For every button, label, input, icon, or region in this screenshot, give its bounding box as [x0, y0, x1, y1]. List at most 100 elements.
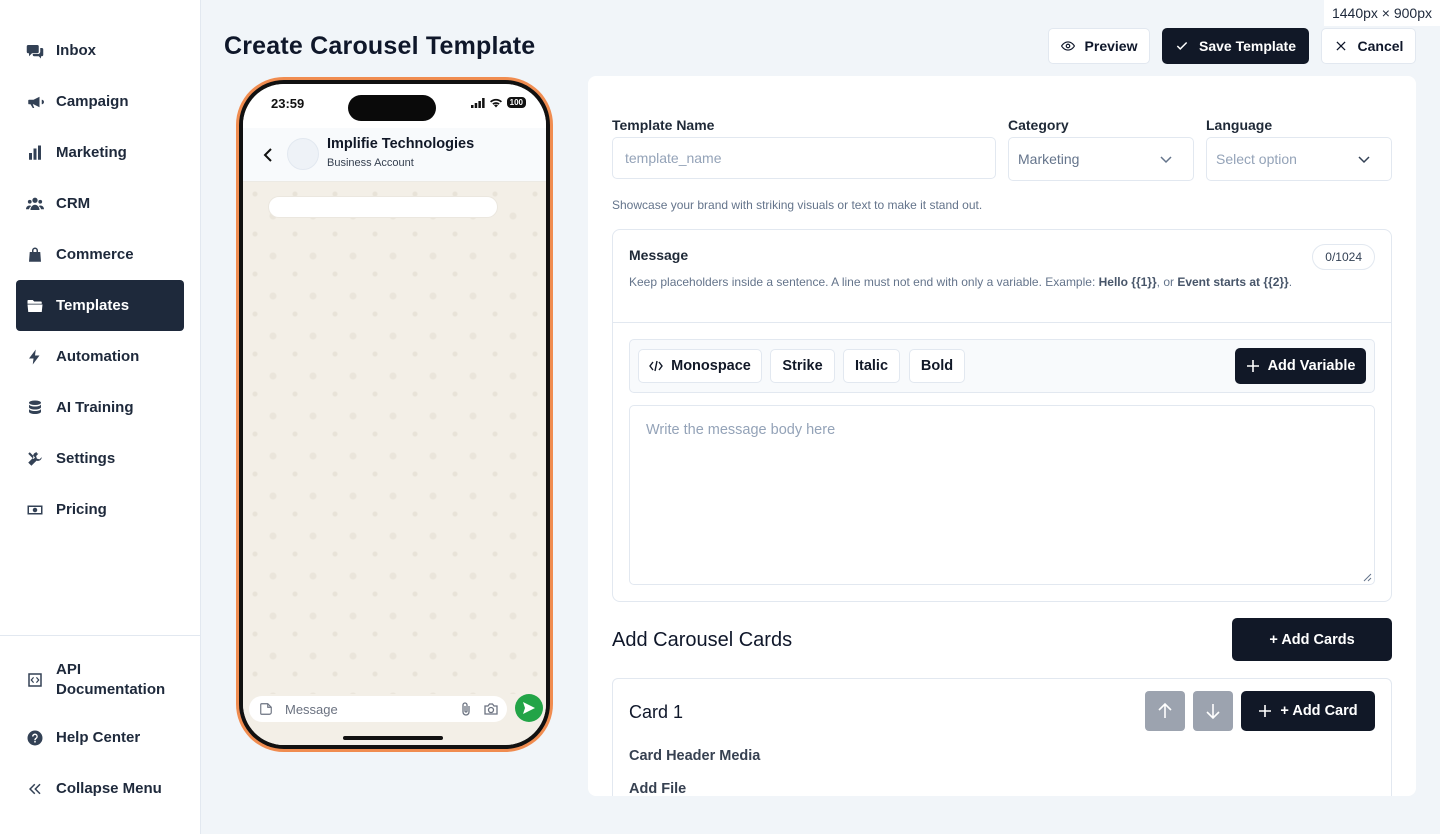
add-cards-button[interactable]: + Add Cards	[1232, 618, 1392, 661]
chevron-left-icon[interactable]	[261, 146, 275, 164]
status-bar: 23:59 100	[243, 84, 546, 128]
carousel-card: Card 1 + Add Card Card Header Media Add …	[612, 678, 1392, 796]
message-body-placeholder: Write the message body here	[646, 422, 836, 438]
paperclip-icon[interactable]	[459, 701, 473, 717]
plus-icon	[1246, 360, 1259, 372]
sidebar-item-label: AI Training	[56, 399, 134, 416]
sidebar-item-automation[interactable]: Automation	[16, 331, 184, 382]
database-icon	[26, 399, 44, 417]
arrow-down-icon	[1206, 704, 1220, 720]
eye-icon	[1060, 41, 1075, 51]
status-icons: 100	[470, 97, 526, 108]
message-title: Message	[629, 247, 689, 263]
template-name-label: Template Name	[612, 117, 715, 133]
sidebar-item-collapse-menu[interactable]: Collapse Menu	[16, 763, 184, 814]
category-select[interactable]: Marketing	[1008, 137, 1194, 181]
sidebar-item-label: Campaign	[56, 93, 129, 110]
help-suffix: .	[1288, 275, 1293, 289]
signal-icon	[470, 97, 485, 108]
monospace-button[interactable]: Monospace	[638, 349, 762, 383]
move-card-up-button[interactable]	[1145, 691, 1185, 731]
monospace-label: Monospace	[671, 358, 751, 374]
sidebar-divider	[0, 635, 200, 636]
sidebar-item-label: Inbox	[56, 42, 96, 59]
italic-label: Italic	[854, 358, 889, 374]
chevron-down-icon	[1358, 156, 1370, 164]
sidebar-item-label: Collapse Menu	[56, 780, 162, 797]
sidebar-item-label: Templates	[56, 297, 130, 314]
plus-icon	[1259, 705, 1272, 717]
italic-button[interactable]: Italic	[843, 349, 900, 383]
language-select[interactable]: Select option	[1206, 137, 1392, 181]
chevron-down-icon	[1160, 156, 1172, 164]
message-body-textarea[interactable]: Write the message body here	[629, 405, 1375, 585]
sidebar-item-inbox[interactable]: Inbox	[16, 25, 184, 76]
card-header-media-label: Card Header Media	[629, 748, 761, 764]
chat-composer: Message	[243, 694, 546, 745]
add-card-label: + Add Card	[1280, 703, 1358, 719]
sidebar-item-label: Settings	[56, 450, 116, 467]
help-prefix: Keep placeholders inside a sentence. A l…	[629, 275, 1099, 289]
code-icon	[649, 360, 663, 372]
sidebar-item-marketing[interactable]: Marketing	[16, 127, 184, 178]
strike-button[interactable]: Strike	[770, 349, 835, 383]
save-template-button[interactable]: Save Template	[1162, 28, 1309, 64]
contact-subtitle: Business Account	[327, 157, 414, 169]
dynamic-island	[348, 95, 436, 121]
strike-label: Strike	[782, 358, 823, 374]
add-variable-button[interactable]: Add Variable	[1235, 348, 1366, 384]
card-title: Card 1	[629, 702, 684, 722]
status-time: 23:59	[271, 96, 305, 111]
double-chevron-left-icon	[26, 780, 44, 798]
chat-icon	[26, 42, 44, 60]
cancel-button[interactable]: Cancel	[1321, 28, 1416, 64]
sidebar-item-templates[interactable]: Templates	[16, 280, 184, 331]
shopping-bag-icon	[26, 246, 44, 264]
category-label: Category	[1008, 117, 1069, 133]
add-card-button[interactable]: + Add Card	[1241, 691, 1375, 731]
add-variable-label: Add Variable	[1267, 358, 1356, 374]
sidebar-item-label: API Documentation	[56, 661, 166, 698]
viewport-size-badge: 1440px × 900px	[1323, 0, 1440, 26]
character-counter: 0/1024	[1312, 244, 1375, 270]
carousel-section-title: Add Carousel Cards	[612, 629, 793, 651]
send-button[interactable]	[515, 694, 543, 722]
sidebar-item-label: CRM	[56, 195, 91, 212]
template-name-input[interactable]: template_name	[612, 137, 996, 179]
cancel-label: Cancel	[1357, 38, 1404, 54]
megaphone-icon	[26, 93, 44, 111]
home-indicator	[343, 736, 443, 740]
template-form-panel: Template Name template_name Category Mar…	[588, 76, 1416, 796]
preview-button[interactable]: Preview	[1048, 28, 1150, 64]
code-icon	[26, 671, 44, 689]
help-example-2: Event starts at {{2}}	[1177, 275, 1289, 289]
sidebar-item-help-center[interactable]: Help Center	[16, 712, 184, 763]
chat-header: Implifie Technologies Business Account	[243, 128, 546, 182]
sidebar-item-pricing[interactable]: Pricing	[16, 484, 184, 535]
sidebar-item-campaign[interactable]: Campaign	[16, 76, 184, 127]
bold-label: Bold	[920, 358, 954, 374]
camera-icon[interactable]	[483, 702, 499, 716]
chat-background	[243, 182, 546, 694]
sidebar-item-label: Automation	[56, 348, 140, 365]
resize-grip-icon[interactable]	[1363, 573, 1372, 582]
check-icon	[1176, 41, 1188, 50]
language-label: Language	[1206, 117, 1273, 133]
sidebar-item-api-documentation[interactable]: API Documentation	[16, 650, 184, 710]
sidebar-item-crm[interactable]: CRM	[16, 178, 184, 229]
message-section: Message 0/1024 Keep placeholders inside …	[612, 229, 1392, 602]
battery-indicator: 100	[506, 97, 526, 108]
message-divider	[613, 322, 1391, 323]
form-helper-text: Showcase your brand with striking visual…	[612, 198, 983, 212]
sidebar-item-settings[interactable]: Settings	[16, 433, 184, 484]
wifi-icon	[489, 98, 502, 107]
sidebar-item-ai-training[interactable]: AI Training	[16, 382, 184, 433]
move-card-down-button[interactable]	[1193, 691, 1233, 731]
sidebar-item-commerce[interactable]: Commerce	[16, 229, 184, 280]
composer-input[interactable]: Message	[249, 696, 507, 722]
save-template-label: Save Template	[1198, 38, 1296, 54]
bold-button[interactable]: Bold	[909, 349, 965, 383]
category-value: Marketing	[1018, 151, 1080, 167]
help-example-1: Hello {{1}}	[1098, 275, 1157, 289]
phone-bezel: 23:59 100 Implifie Technologies Business…	[239, 80, 550, 749]
